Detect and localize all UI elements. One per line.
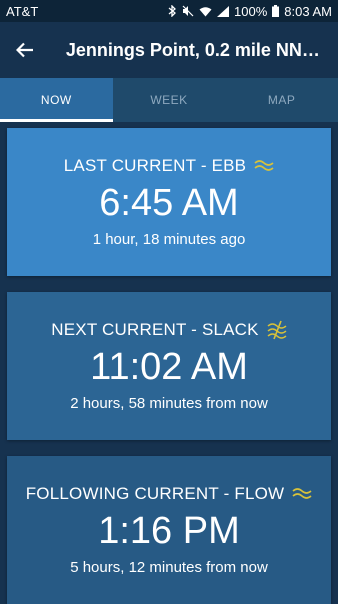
ebb-waves-icon [254,159,274,173]
card-title: LAST CURRENT - EBB [63,156,247,175]
card-title-row: LAST CURRENT - EBB [64,156,274,176]
current-card-last[interactable]: LAST CURRENT - EBB 6:45 AM 1 hour, 18 mi… [7,128,331,276]
battery-percent: 100% [234,3,268,19]
flow-waves-icon [292,487,312,501]
app-bar: Jennings Point, 0.2 mile NNW... [0,22,338,78]
card-relative-time: 5 hours, 12 minutes from now [70,559,268,576]
tab-bar: NOW WEEK MAP [0,78,338,122]
status-bar: AT&T 100% 8:03 AM [0,0,338,22]
arrow-left-icon [15,42,33,58]
status-icons: 100% 8:03 AM [168,4,332,19]
signal-icon [217,5,230,17]
current-card-next[interactable]: NEXT CURRENT - SLACK 11:02 AM 2 hours, 5… [7,292,331,440]
card-relative-time: 1 hour, 18 minutes ago [92,231,246,248]
card-time: 6:45 AM [99,182,239,224]
tab-map[interactable]: MAP [225,78,338,122]
back-button[interactable] [12,37,38,63]
battery-icon [272,5,280,17]
card-time: 1:16 PM [98,510,240,552]
wifi-icon [199,6,212,17]
slack-waves-icon [267,320,287,340]
current-list: LAST CURRENT - EBB 6:45 AM 1 hour, 18 mi… [0,122,338,604]
current-card-following[interactable]: FOLLOWING CURRENT - FLOW 1:16 PM 5 hours… [7,456,331,604]
page-title: Jennings Point, 0.2 mile NNW... [65,39,326,60]
card-time: 11:02 AM [90,346,248,388]
card-title: NEXT CURRENT - SLACK [51,320,259,339]
card-relative-time: 2 hours, 58 minutes from now [70,395,268,412]
carrier-label: AT&T [6,3,39,19]
mute-icon [182,5,194,17]
tab-now[interactable]: NOW [0,78,113,122]
card-title-row: NEXT CURRENT - SLACK [51,320,287,340]
tab-week[interactable]: WEEK [113,78,226,122]
card-title-row: FOLLOWING CURRENT - FLOW [26,484,313,504]
bluetooth-icon [168,5,177,17]
clock: 8:03 AM [284,3,332,19]
card-title: FOLLOWING CURRENT - FLOW [25,484,285,503]
